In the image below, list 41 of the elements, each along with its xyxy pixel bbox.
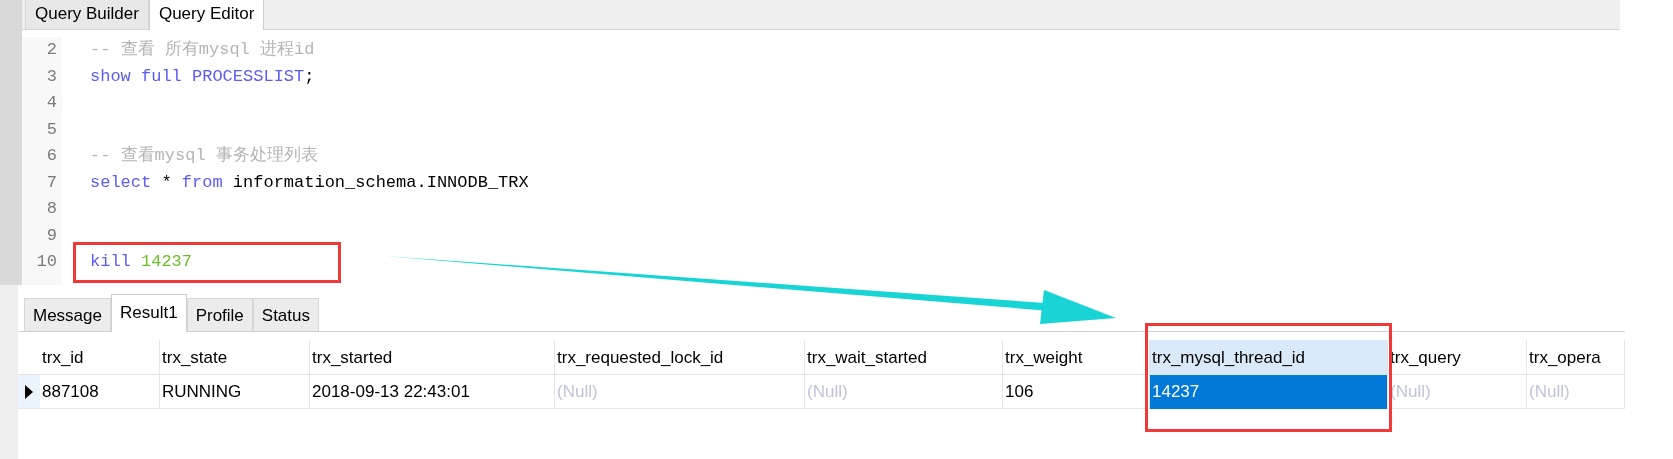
code-token: 14237 xyxy=(141,251,192,273)
code-token: ; xyxy=(304,65,315,88)
column-header[interactable]: trx_id xyxy=(40,340,160,375)
code-token: information_schema.INNODB_TRX xyxy=(231,171,529,194)
line-number: 2 xyxy=(46,39,58,61)
column-header[interactable]: trx_mysql_thread_id xyxy=(1150,340,1388,375)
column-header[interactable]: trx_wait_started xyxy=(805,340,1003,375)
line-number: 4 xyxy=(46,92,58,114)
code-token: show full PROCESSLIST xyxy=(90,65,305,88)
table-cell: (Null) xyxy=(1527,375,1625,409)
editor-tab[interactable]: Query Builder xyxy=(25,0,149,29)
line-number: 8 xyxy=(46,198,58,220)
column-header[interactable]: trx_opera xyxy=(1527,340,1625,375)
code-token: select xyxy=(90,171,152,194)
column-header[interactable]: trx_query xyxy=(1388,340,1527,375)
table-cell: (Null) xyxy=(1388,375,1527,409)
line-number: 6 xyxy=(46,145,58,167)
line-number: 3 xyxy=(46,65,58,88)
column-header[interactable]: trx_requested_lock_id xyxy=(555,340,805,375)
line-number: 10 xyxy=(36,251,58,273)
table-cell: (Null) xyxy=(805,375,1003,409)
column-header[interactable]: trx_started xyxy=(310,340,555,375)
table-cell: RUNNING xyxy=(160,375,310,409)
editor-tab[interactable]: Query Editor xyxy=(148,0,265,30)
result-tab[interactable]: Profile xyxy=(186,298,253,331)
table-cell: 887108 xyxy=(40,375,160,409)
table-cell: 2018-09-13 22:43:01 xyxy=(310,375,555,409)
line-number: 5 xyxy=(46,118,58,141)
line-number: 9 xyxy=(46,224,58,247)
column-header[interactable]: trx_state xyxy=(160,340,310,375)
line-number: 7 xyxy=(46,171,58,194)
result-tab[interactable]: Result1 xyxy=(111,294,187,332)
code-token: from xyxy=(181,171,223,194)
code-comment: -- 查看 所有mysql 进程id xyxy=(90,39,315,61)
code-token: kill xyxy=(90,251,131,273)
table-cell: (Null) xyxy=(555,375,805,409)
result-tab[interactable]: Message xyxy=(24,298,111,331)
result-tab[interactable]: Status xyxy=(252,298,319,331)
code-comment: -- 查看mysql 事务处理列表 xyxy=(90,145,318,167)
code-token: * xyxy=(160,171,173,194)
table-cell: 14237 xyxy=(1150,375,1388,409)
